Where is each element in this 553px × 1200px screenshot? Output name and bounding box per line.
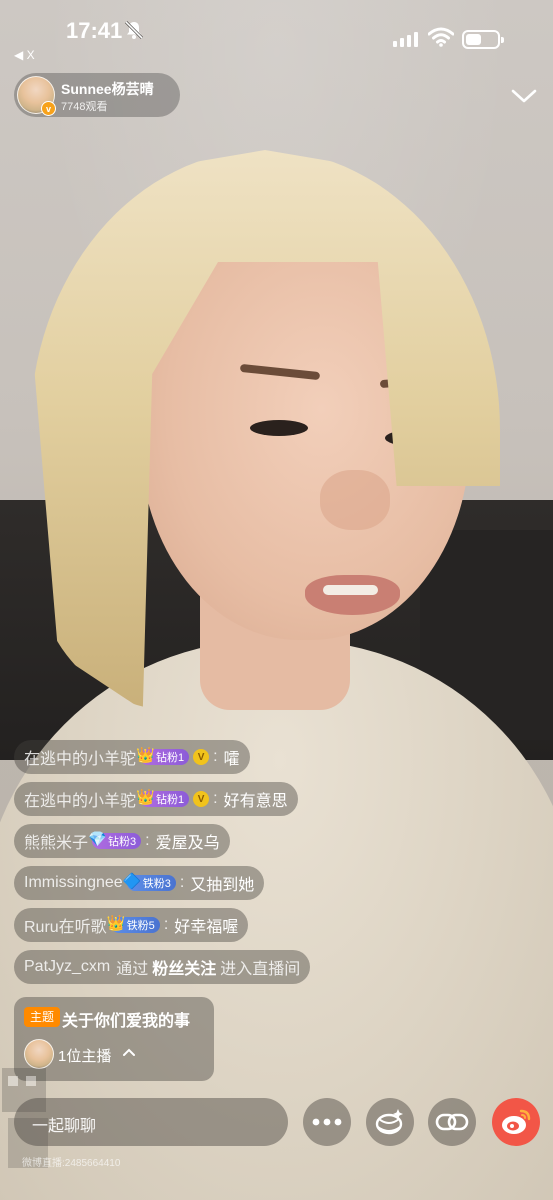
teeth	[323, 585, 378, 595]
comment-item[interactable]: 在逃中的小羊驼 👑 钻粉1 V : 嚯	[14, 740, 250, 774]
fan-badge-label: 钻粉1	[156, 794, 185, 806]
fan-badge: 👑 钻粉1	[136, 747, 190, 765]
eye-left	[250, 420, 308, 436]
comment-user[interactable]: 熊熊米子	[24, 829, 88, 853]
host-count: 1位主播	[58, 1048, 112, 1065]
stream-id: 微博直播:2485664410	[22, 1158, 121, 1169]
comment-user[interactable]: Ruru在听歌	[24, 913, 107, 937]
fan-badge-label: 钻粉1	[156, 752, 185, 764]
topic-tag: 主题	[24, 1007, 61, 1027]
weibo-icon	[502, 1109, 531, 1134]
fan-badge-label: 钻粉3	[108, 836, 137, 848]
crown-badge-icon: 👑	[136, 789, 155, 806]
link-button[interactable]	[428, 1098, 476, 1146]
comment-item[interactable]: Immissingnee 🔷 铁粉3 : 又抽到她	[14, 866, 265, 900]
fan-badge: 🔷 铁粉3	[123, 873, 176, 891]
comment-text: 嚯	[223, 751, 240, 768]
join-action: 进入直播间	[220, 961, 301, 978]
back-to-previous-app[interactable]: ◀ X	[14, 48, 35, 62]
comment-text: 又抽到她	[190, 877, 255, 894]
comment-item[interactable]: Ruru在听歌 👑 铁粉5 : 好幸福喔	[14, 908, 249, 942]
join-notice[interactable]: PatJyz_cxm 通过 粉丝关注 进入直播间	[14, 950, 311, 984]
diamond-badge-icon: 🔷	[122, 873, 142, 890]
battery-fill	[466, 34, 481, 45]
chat-placeholder: 一起聊聊	[32, 1118, 97, 1135]
comment-list: 在逃中的小羊驼 👑 钻粉1 V : 嚯 在逃中的小羊驼 👑 钻粉1 V : 好有意思…	[14, 740, 374, 992]
more-button[interactable]	[303, 1098, 351, 1146]
diamond-badge-icon: 💎	[88, 831, 107, 848]
bell-muted-icon	[124, 20, 144, 40]
streamer-info[interactable]: v Sunnee杨芸晴 7748观看	[14, 73, 180, 117]
fan-badge: 👑 钻粉1	[136, 789, 190, 807]
vip-icon: V	[193, 749, 210, 765]
gift-icon	[375, 1109, 403, 1135]
verified-badge-icon: v	[41, 101, 56, 116]
status-bar: 17:41	[0, 0, 553, 50]
viewer-count: 7748观看	[61, 101, 108, 113]
battery-icon	[462, 30, 504, 49]
comment-colon: :	[163, 916, 169, 933]
comment-colon: :	[145, 832, 150, 849]
chevron-up-icon[interactable]	[122, 1047, 136, 1057]
more-dots-icon	[312, 1118, 342, 1126]
fan-badge: 💎 钻粉3	[88, 831, 142, 849]
comment-colon: :	[213, 748, 218, 765]
cellular-signal-icon	[393, 32, 418, 47]
comment-colon: :	[213, 790, 218, 807]
fan-badge-label: 铁粉5	[126, 920, 155, 932]
clock: 17:41	[66, 18, 123, 43]
join-source: 粉丝关注	[152, 961, 217, 978]
mouth	[305, 575, 400, 615]
comment-colon: :	[179, 874, 185, 891]
comment-user[interactable]: Immissingnee	[24, 874, 123, 892]
weibo-button[interactable]	[492, 1098, 540, 1146]
gift-button[interactable]	[366, 1098, 414, 1146]
comment-text: 好有意思	[223, 793, 288, 810]
comment-user[interactable]: 在逃中的小羊驼	[24, 787, 136, 811]
comment-user[interactable]: 在逃中的小羊驼	[24, 745, 136, 769]
topic-title: 关于你们爱我的事	[62, 1013, 191, 1030]
link-icon	[435, 1113, 469, 1131]
wifi-icon	[428, 27, 454, 47]
crown-badge-icon: 👑	[136, 747, 155, 764]
chat-input[interactable]: 一起聊聊	[14, 1098, 288, 1146]
comment-item[interactable]: 熊熊米子 💎 钻粉3 : 爱屋及乌	[14, 824, 230, 858]
comment-item[interactable]: 在逃中的小羊驼 👑 钻粉1 V : 好有意思	[14, 782, 298, 816]
nose	[320, 470, 390, 530]
join-user[interactable]: PatJyz_cxm	[24, 958, 110, 976]
crown-badge-icon: 👑	[106, 915, 126, 932]
fan-badge-label: 铁粉3	[142, 878, 171, 890]
comment-text: 好幸福喔	[174, 919, 239, 936]
join-via: 通过	[116, 961, 149, 978]
chevron-down-icon[interactable]	[510, 84, 538, 108]
battery-tip	[501, 37, 504, 43]
fan-badge: 👑 铁粉5	[107, 915, 160, 933]
comment-text: 爱屋及乌	[155, 835, 220, 852]
vip-icon: V	[193, 791, 210, 807]
streamer-name: Sunnee杨芸晴	[61, 81, 154, 97]
